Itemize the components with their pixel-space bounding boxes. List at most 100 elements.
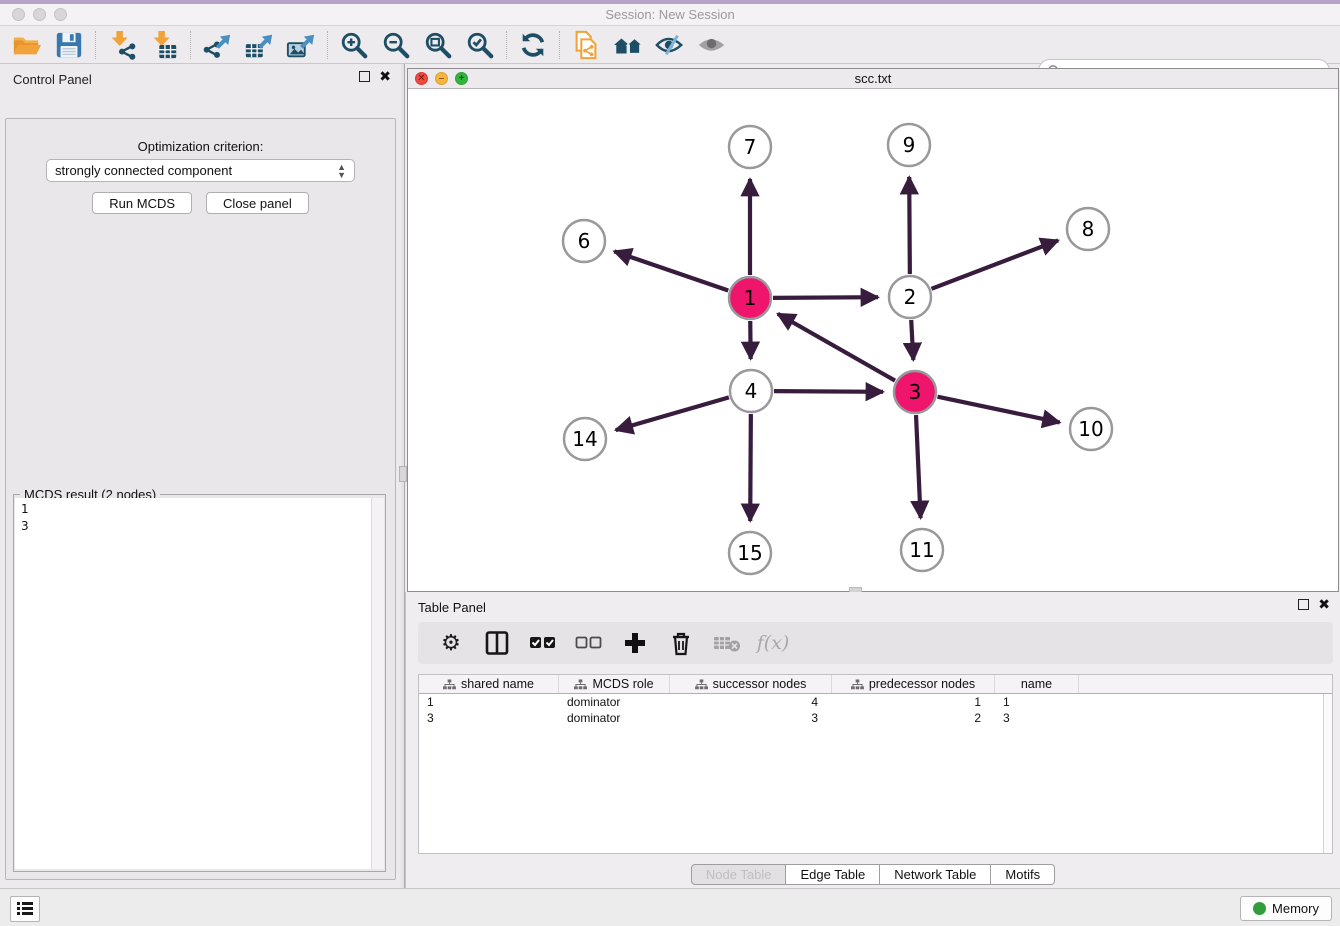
table-row[interactable]: 3dominator323 — [419, 710, 1332, 726]
hide-selected-icon[interactable] — [649, 28, 691, 62]
edge-3-1[interactable] — [778, 314, 895, 381]
settings-icon[interactable]: ⚙ — [434, 626, 468, 660]
tab-edge-table[interactable]: Edge Table — [786, 864, 880, 885]
new-network-from-selection-icon[interactable] — [565, 28, 607, 62]
edge-1-2[interactable] — [773, 297, 878, 298]
edge-2-9[interactable] — [909, 177, 910, 274]
export-image-icon[interactable] — [280, 28, 322, 62]
table-toolbar: ⚙f(x) — [418, 622, 1333, 664]
delete-column-icon[interactable] — [664, 626, 698, 660]
svg-text:9: 9 — [903, 133, 916, 157]
edge-1-6[interactable] — [614, 251, 728, 290]
close-panel-button[interactable]: Close panel — [206, 192, 309, 214]
mcds-result-text[interactable]: 1 3 — [15, 498, 372, 869]
table-cell[interactable]: 3 — [419, 710, 559, 726]
save-session-icon[interactable] — [48, 28, 90, 62]
node-15[interactable]: 15 — [729, 532, 771, 574]
dropdown-stepper-icon: ▲▼ — [337, 163, 346, 179]
node-10[interactable]: 10 — [1070, 408, 1112, 450]
refresh-icon[interactable] — [512, 28, 554, 62]
table-cell[interactable]: 3 — [670, 710, 832, 726]
table-cell[interactable]: dominator — [559, 694, 670, 710]
edge-4-14[interactable] — [616, 397, 729, 430]
sort-hierarchy-icon — [443, 679, 456, 690]
svg-text:6: 6 — [578, 229, 591, 253]
edge-3-11[interactable] — [916, 415, 921, 518]
import-network-icon[interactable] — [101, 28, 143, 62]
result-scrollbar[interactable] — [371, 498, 384, 869]
deselect-all-icon[interactable] — [572, 626, 606, 660]
svg-text:4: 4 — [745, 379, 758, 403]
table-cell[interactable]: 1 — [995, 694, 1079, 710]
first-neighbors-icon[interactable] — [607, 28, 649, 62]
memory-status-icon — [1253, 902, 1266, 915]
show-panels-button[interactable] — [10, 896, 40, 922]
network-window-titlebar[interactable]: ✕ – + scc.txt — [408, 69, 1338, 89]
splitter-grip[interactable] — [399, 466, 407, 482]
export-table-icon[interactable] — [238, 28, 280, 62]
network-canvas[interactable]: 7 9 6 8 1 2 4 3 14 10 15 11 — [408, 89, 1338, 591]
status-bar: Memory — [0, 888, 1340, 926]
node-8[interactable]: 8 — [1067, 208, 1109, 250]
open-file-icon[interactable] — [6, 28, 48, 62]
select-all-icon[interactable] — [526, 626, 560, 660]
network-close-button[interactable]: ✕ — [415, 72, 428, 85]
table-cell[interactable]: 4 — [670, 694, 832, 710]
network-maximize-button[interactable]: + — [455, 72, 468, 85]
zoom-in-icon[interactable] — [333, 28, 375, 62]
tab-network-table[interactable]: Network Table — [880, 864, 991, 885]
column-header-name[interactable]: name — [995, 675, 1079, 693]
svg-text:14: 14 — [572, 427, 597, 451]
node-4[interactable]: 4 — [730, 370, 772, 412]
table-cell[interactable]: 3 — [995, 710, 1079, 726]
node-table: shared name MCDS role successor nodesprede… — [418, 674, 1333, 854]
zoom-selected-icon[interactable] — [459, 28, 501, 62]
node-14[interactable]: 14 — [564, 418, 606, 460]
add-column-icon[interactable] — [618, 626, 652, 660]
table-cell[interactable]: dominator — [559, 710, 670, 726]
network-window-title: scc.txt — [408, 69, 1338, 88]
edge-4-15[interactable] — [750, 414, 751, 521]
column-header-shared-name[interactable]: shared name — [419, 675, 559, 693]
delete-table-icon — [710, 626, 744, 660]
float-panel-icon[interactable] — [359, 71, 370, 82]
column-view-icon[interactable] — [480, 626, 514, 660]
table-cell[interactable]: 2 — [832, 710, 995, 726]
table-close-icon[interactable]: ✖ — [1318, 599, 1330, 610]
svg-text:8: 8 — [1082, 217, 1095, 241]
edge-3-10[interactable] — [938, 397, 1060, 423]
run-mcds-button[interactable]: Run MCDS — [92, 192, 192, 214]
import-table-icon[interactable] — [143, 28, 185, 62]
tab-node-table[interactable]: Node Table — [691, 864, 787, 885]
node-7[interactable]: 7 — [729, 126, 771, 168]
memory-button[interactable]: Memory — [1240, 896, 1332, 921]
node-3[interactable]: 3 — [894, 371, 936, 413]
table-float-icon[interactable] — [1298, 599, 1309, 610]
node-1[interactable]: 1 — [729, 277, 771, 319]
edge-2-3[interactable] — [911, 320, 913, 360]
table-scrollbar[interactable] — [1323, 694, 1332, 853]
column-label: MCDS role — [592, 677, 653, 691]
table-row[interactable]: 1dominator411 — [419, 694, 1332, 710]
criterion-dropdown[interactable]: strongly connected component ▲▼ — [46, 159, 355, 182]
table-cell[interactable]: 1 — [832, 694, 995, 710]
zoom-out-icon[interactable] — [375, 28, 417, 62]
show-all-icon[interactable] — [691, 28, 733, 62]
node-6[interactable]: 6 — [563, 220, 605, 262]
node-11[interactable]: 11 — [901, 529, 943, 571]
close-panel-icon[interactable]: ✖ — [379, 71, 391, 82]
column-label: shared name — [461, 677, 534, 691]
zoom-fit-icon[interactable] — [417, 28, 459, 62]
toolbar-separator — [506, 31, 507, 59]
edge-4-3[interactable] — [774, 391, 883, 392]
node-2[interactable]: 2 — [889, 276, 931, 318]
export-network-icon[interactable] — [196, 28, 238, 62]
table-cell[interactable]: 1 — [419, 694, 559, 710]
tab-motifs[interactable]: Motifs — [991, 864, 1055, 885]
node-9[interactable]: 9 — [888, 124, 930, 166]
edge-2-8[interactable] — [931, 240, 1058, 288]
column-header-successor-nodes[interactable]: successor nodes — [670, 675, 832, 693]
column-header-mcds-role[interactable]: MCDS role — [559, 675, 670, 693]
network-minimize-button[interactable]: – — [435, 72, 448, 85]
column-header-predecessor-nodes[interactable]: predecessor nodes — [832, 675, 995, 693]
